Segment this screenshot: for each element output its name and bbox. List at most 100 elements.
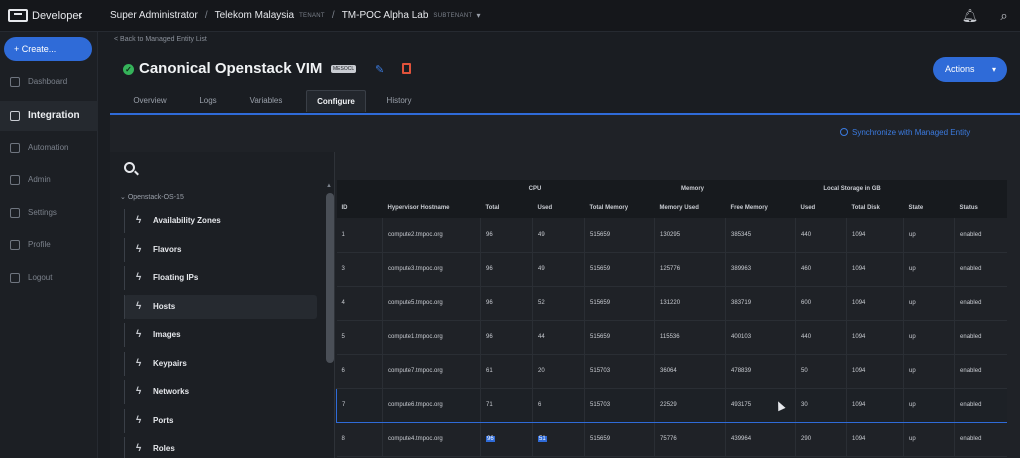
search-icon[interactable] [124,162,135,173]
table-cell: 1094 [846,320,905,355]
sidebar-item-profile[interactable]: Profile [0,233,98,257]
tree-item-networks[interactable]: ϟ Networks [124,380,317,404]
tab-variables[interactable]: Variables [240,90,292,112]
table-row[interactable]: 6 compute7.tmpoc.org 61 20 515703 36064 478839… [336,354,1007,389]
collapse-sidebar-icon[interactable]: ‹ [78,7,82,22]
table-cell: 515659 [584,422,656,457]
chevron-down-icon[interactable]: ▾ [476,11,480,20]
bell-icon[interactable]: 🔔︎ [961,7,979,25]
column-header[interactable]: Status [954,198,1007,218]
tree-item-flavors[interactable]: ϟ Flavors [124,238,317,262]
search-icon[interactable]: ⌕ [995,7,1013,25]
sidebar-item-integration[interactable]: Integration [0,101,98,131]
table-cell: up [903,252,956,287]
tree-item-floating-ips[interactable]: ϟ Floating IPs [124,266,317,290]
column-header[interactable]: Free Memory [725,198,796,218]
tree-item-label: Images [153,330,181,339]
group-header-blank [903,180,1007,198]
table-row[interactable]: 3 compute3.tmpoc.org 96 49 515659 125776 38996… [336,252,1007,287]
table-cell: 61 [480,354,533,389]
table-column-header: ID Hypervisor Hostname Total Used Total … [336,198,1007,218]
tab-logs[interactable]: Logs [188,90,228,112]
brand-label: Developer [32,10,83,22]
column-header[interactable]: Memory Used [654,198,726,218]
tree-root[interactable]: ⌄ Openstack-OS-15 [120,193,184,201]
table-row[interactable]: 8 compute4.tmpoc.org 96 51 515659 75776 439964… [336,422,1007,457]
sidebar-item-settings[interactable]: Settings [0,201,98,225]
tree-item-roles[interactable]: ϟ Roles [124,437,317,458]
table-cell: 75776 [654,422,727,457]
tree-guide [124,437,125,458]
sidebar-item-dashboard[interactable]: Dashboard [0,70,98,94]
breadcrumb-user[interactable]: Super Administrator [110,10,198,21]
tree-guide [124,323,125,347]
table-cell: 8 [336,422,383,457]
table-cell: 6 [532,387,586,423]
table-cell: compute1.tmpoc.org [382,320,481,355]
back-to-list-link[interactable]: < Back to Managed Entity List [114,36,207,43]
table-row[interactable]: 7 compute6.tmpoc.org 71 6 515703 22529 493175 3… [336,387,1007,423]
tree-guide [124,380,125,404]
tree-item-images[interactable]: ϟ Images [124,323,317,347]
page-title: Canonical Openstack VIM [139,60,323,77]
sidebar-item-label: Admin [28,175,51,184]
table-row[interactable]: 1 compute2.tmpoc.org 96 49 515659 130295 38534… [336,218,1007,253]
tree-item-availability-zones[interactable]: ϟ Availability Zones [124,209,317,233]
tree-item-label: Hosts [153,302,176,311]
sidebar-item-logout[interactable]: Logout [0,266,98,290]
tree-item-keypairs[interactable]: ϟ Keypairs [124,352,317,376]
hosts-table: CPU Memory Local Storage in GB ID Hyperv… [336,180,1007,458]
table-cell: 51 [532,422,586,457]
table-cell: 383719 [725,286,797,321]
actions-button[interactable]: Actions ▾ [933,57,1007,82]
breadcrumb-subtenant[interactable]: TM-POC Alpha Lab [342,10,429,21]
tab-configure[interactable]: Configure [306,90,366,112]
table-cell: 1094 [846,218,905,253]
sidebar-item-admin[interactable]: Admin [0,168,98,192]
scroll-up-icon[interactable]: ▲ [326,183,332,189]
integration-icon [10,111,20,121]
column-header[interactable]: Total [480,198,533,218]
sync-button[interactable]: Synchronize with Managed Entity [840,128,970,137]
column-header[interactable]: Total Disk [846,198,904,218]
table-row[interactable]: 4 compute5.tmpoc.org 96 52 515659 131220 38371… [336,286,1007,321]
check-icon: ✓ [123,64,134,75]
sidebar-item-label: Dashboard [28,77,68,86]
logo-icon[interactable] [8,9,28,22]
column-header[interactable]: Used [795,198,847,218]
bolt-icon: ϟ [136,358,142,369]
tenant-tag: TENANT [299,12,325,19]
tree-item-ports[interactable]: ϟ Ports [124,409,317,433]
breadcrumb-tenant[interactable]: Telekom Malaysia [215,10,294,21]
column-header[interactable]: State [903,198,955,218]
column-header[interactable]: Total Memory [584,198,655,218]
bolt-icon: ϟ [136,415,142,426]
sidebar-item-automation[interactable]: Automation [0,136,98,160]
column-header[interactable]: Used [532,198,585,218]
group-header-blank [336,180,481,198]
column-header[interactable]: ID [336,198,383,218]
trash-icon[interactable] [402,63,411,74]
table-cell: 3 [336,252,383,287]
tree-item-hosts[interactable]: ϟ Hosts [124,295,317,319]
tab-history[interactable]: History [376,90,422,112]
tab-overview[interactable]: Overview [124,90,176,112]
table-cell: enabled [954,387,1007,423]
logout-icon [10,273,20,283]
table-row[interactable]: 5 compute1.tmpoc.org 96 44 515659 115536 40010… [336,320,1007,355]
dashboard-icon [10,77,20,87]
table-cell: 290 [795,422,848,457]
table-cell: 96 [480,218,533,253]
admin-icon [10,175,20,185]
column-header[interactable]: Hypervisor Hostname [382,198,481,218]
breadcrumb-separator: / [331,10,335,21]
tree-scrollbar[interactable] [326,193,334,363]
vendor-badge: MESOCL [331,65,357,73]
table-cell: compute2.tmpoc.org [382,218,481,253]
settings-icon [10,208,20,218]
create-button[interactable]: + Create... [4,37,92,61]
table-cell: enabled [954,286,1007,321]
tree-guide [124,238,125,262]
tree-guide [124,295,125,319]
pencil-icon[interactable]: ✎ [375,63,384,76]
